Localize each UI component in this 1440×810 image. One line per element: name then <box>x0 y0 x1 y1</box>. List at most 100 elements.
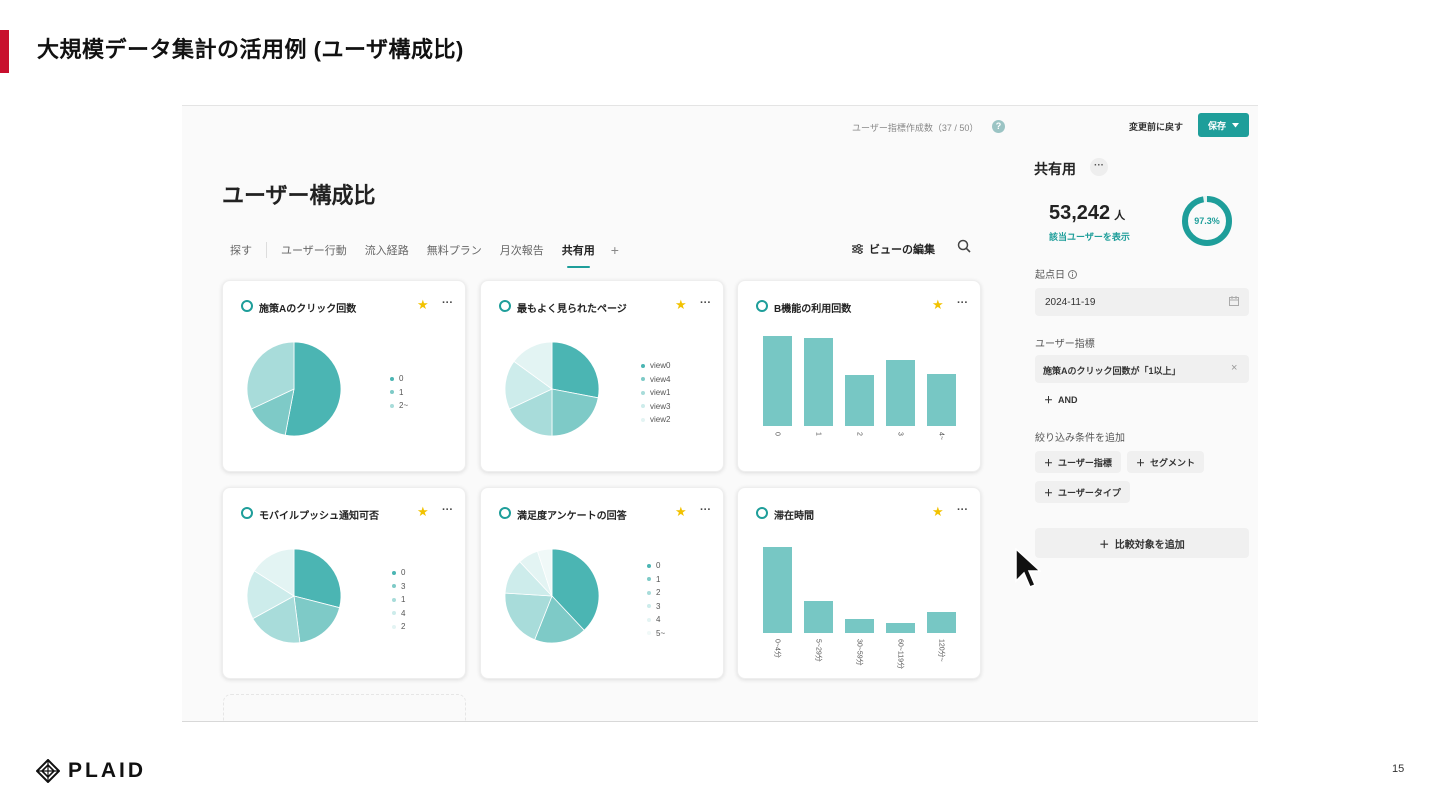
card-title: モバイルプッシュ通知可否 <box>259 511 379 522</box>
add-user-metric-button[interactable]: ＋ ユーザー指標 <box>1035 451 1121 473</box>
legend-label: 1 <box>399 387 404 397</box>
tab-shared[interactable]: 共有用 <box>562 242 595 268</box>
legend-dot <box>392 597 396 602</box>
bar-120分~ <box>927 612 956 633</box>
title-accent-bar <box>0 30 9 73</box>
metric-ring-icon <box>499 300 511 312</box>
info-icon <box>1067 270 1077 279</box>
bar-3 <box>886 360 915 426</box>
legend-label: 3 <box>401 581 406 591</box>
tab-monthly-report[interactable]: 月次報告 <box>500 242 544 258</box>
star-icon[interactable]: ★ <box>932 298 944 311</box>
add-segment-button[interactable]: ＋ セグメント <box>1127 451 1205 473</box>
legend-label: 2~ <box>399 401 409 410</box>
chart-legend: 0 1 2 3 4 5~ <box>647 559 665 640</box>
legend-label: 0 <box>401 568 406 577</box>
pie-slice-view0 <box>551 341 600 399</box>
ratio-donut: 97.3% <box>1182 196 1232 246</box>
app-screenshot: ユーザー指標作成数（37 / 50） ? 変更前に戻す 保存 ユーザー構成比 探… <box>182 105 1258 722</box>
more-icon[interactable]: ··· <box>442 504 453 516</box>
bar-tick-label: 1 <box>815 432 822 436</box>
bar-5~29分 <box>804 601 833 633</box>
legend-dot <box>641 404 645 409</box>
save-button[interactable]: 保存 <box>1198 113 1249 137</box>
chart-legend: 0 3 1 4 2 <box>392 566 405 634</box>
close-icon[interactable]: × <box>1231 362 1237 374</box>
add-user-type-button[interactable]: ＋ ユーザータイプ <box>1035 481 1130 503</box>
panel-title: 共有用 <box>1034 161 1076 177</box>
legend-label: 2 <box>401 622 406 631</box>
chart-card[interactable]: モバイルプッシュ通知可否 ★ ··· 0 3 1 4 2 <box>222 487 466 679</box>
add-comparison-button[interactable]: ＋ 比較対象を追加 <box>1035 528 1249 558</box>
legend-dot <box>647 631 651 636</box>
plaid-logo-icon <box>36 759 60 783</box>
more-icon[interactable]: ··· <box>442 297 453 309</box>
revert-button[interactable]: 変更前に戻す <box>1129 120 1183 133</box>
card-title: 施策Aのクリック回数 <box>259 304 357 315</box>
legend-label: 2 <box>656 588 661 597</box>
search-icon[interactable] <box>957 239 971 253</box>
legend-dot <box>641 363 645 368</box>
legend-item: 3 <box>647 600 665 614</box>
help-icon[interactable]: ? <box>992 120 1005 133</box>
add-tab-button[interactable]: + <box>611 242 619 258</box>
legend-label: 0 <box>399 374 404 383</box>
card-title: 満足度アンケートの回答 <box>517 511 627 522</box>
chart-card[interactable]: 満足度アンケートの回答 ★ ··· 0 1 2 3 4 5~ <box>480 487 724 679</box>
metric-ring-icon <box>241 300 253 312</box>
star-icon[interactable]: ★ <box>675 505 687 518</box>
legend-label: 3 <box>656 601 661 611</box>
edit-view-button[interactable]: ビューの編集 <box>852 241 935 257</box>
star-icon[interactable]: ★ <box>675 298 687 311</box>
donut-percent: 97.3% <box>1194 216 1220 226</box>
more-icon[interactable]: ··· <box>957 297 968 309</box>
bar-4~ <box>927 374 956 426</box>
legend-item: 5~ <box>647 627 665 641</box>
tab-free-plan[interactable]: 無料プラン <box>427 242 482 258</box>
legend-dot <box>647 590 651 595</box>
and-button[interactable]: ＋ AND <box>1044 393 1078 406</box>
save-label: 保存 <box>1207 120 1226 131</box>
view-tabs: 探す ユーザー行動 流入経路 無料プラン 月次報告 共有用 + <box>230 242 637 268</box>
more-icon[interactable]: ··· <box>957 504 968 516</box>
legend-dot <box>392 570 396 575</box>
start-date-label: 起点日 <box>1035 266 1077 281</box>
tab-traffic-source[interactable]: 流入経路 <box>365 242 409 258</box>
legend-dot <box>392 624 396 629</box>
user-count-unit: 人 <box>1114 210 1126 222</box>
bar-30~59分 <box>845 619 874 633</box>
legend-dot <box>390 390 394 395</box>
card-placeholder <box>223 694 466 721</box>
mouse-cursor-icon <box>1015 548 1041 588</box>
start-date-value: 2024-11-19 <box>1045 297 1096 308</box>
show-users-link[interactable]: 該当ユーザーを表示 <box>1049 230 1130 243</box>
metric-ring-icon <box>241 507 253 519</box>
star-icon[interactable]: ★ <box>932 505 944 518</box>
legend-label: view0 <box>650 361 671 370</box>
legend-item: 2~ <box>390 399 408 413</box>
user-metric-label: ユーザー指標 <box>1035 339 1095 350</box>
start-date-field[interactable]: 2024-11-19 <box>1035 288 1249 316</box>
legend-label: 1 <box>656 574 661 584</box>
tab-explore[interactable]: 探す <box>230 242 267 258</box>
condition-item[interactable]: 施策Aのクリック回数が「1以上」 × <box>1035 355 1249 383</box>
legend-dot <box>647 604 651 609</box>
bar-tick-label: 4~ <box>938 432 945 440</box>
more-icon[interactable]: ··· <box>700 504 711 516</box>
legend-item: 4 <box>647 613 665 627</box>
card-title: 最もよく見られたページ <box>517 304 627 315</box>
star-icon[interactable]: ★ <box>417 298 429 311</box>
sliders-icon <box>852 244 863 254</box>
tab-user-behavior[interactable]: ユーザー行動 <box>281 242 347 258</box>
star-icon[interactable]: ★ <box>417 505 429 518</box>
bar-chart: 0~4分 5~29分 30~59分 60~119分 120分~ <box>763 547 956 669</box>
edit-view-label: ビューの編集 <box>869 244 935 256</box>
chart-card[interactable]: B機能の利用回数 ★ ··· 0 1 2 3 4~ <box>737 280 981 472</box>
chart-card[interactable]: 滞在時間 ★ ··· 0~4分 5~29分 30~59分 60~119分 120分~ <box>737 487 981 679</box>
bar-tick-label: 0~4分 <box>774 639 783 658</box>
chart-card[interactable]: 最もよく見られたページ ★ ··· view0 view4 view1 view3 vi… <box>480 280 724 472</box>
legend-item: 0 <box>390 372 408 386</box>
more-icon[interactable]: ··· <box>700 297 711 309</box>
more-icon[interactable]: ··· <box>1090 158 1108 176</box>
chart-card[interactable]: 施策Aのクリック回数 ★ ··· 0 1 2~ <box>222 280 466 472</box>
